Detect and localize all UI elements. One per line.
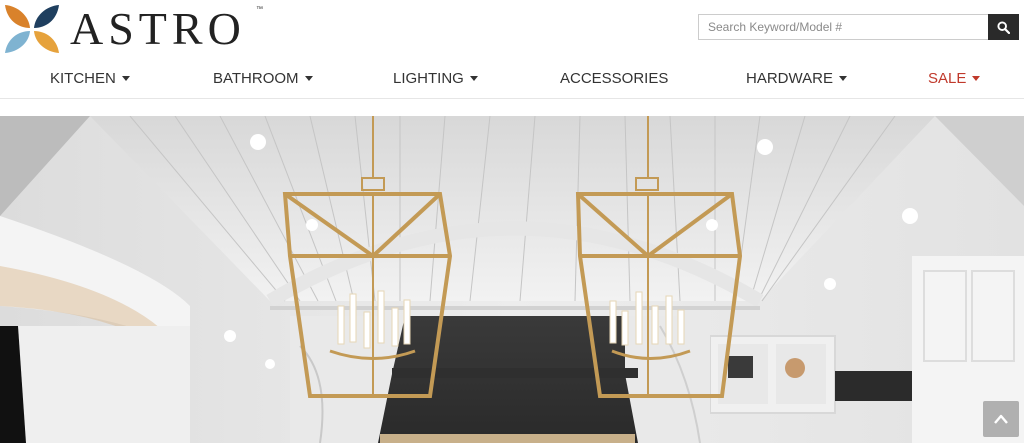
nav-item-kitchen[interactable]: KITCHEN [50, 70, 130, 87]
chevron-up-icon [994, 414, 1008, 424]
caret-down-icon [838, 75, 847, 81]
nav-item-label: LIGHTING [393, 70, 464, 87]
caret-down-icon [121, 75, 130, 81]
search-bar [698, 14, 1019, 40]
nav-item-bathroom[interactable]: BATHROOM [213, 70, 313, 87]
trademark-symbol: ™ [256, 6, 263, 13]
search-button[interactable] [988, 14, 1019, 40]
caret-down-icon [972, 75, 981, 81]
nav-item-sale[interactable]: SALE [928, 70, 981, 87]
search-input[interactable] [698, 14, 988, 40]
nav-item-label: HARDWARE [746, 70, 833, 87]
scroll-to-top-button[interactable] [983, 401, 1019, 437]
nav-item-label: KITCHEN [50, 70, 116, 87]
logo-mark-icon [5, 5, 59, 53]
nav-item-label: BATHROOM [213, 70, 299, 87]
caret-down-icon [469, 75, 478, 81]
nav-item-label: ACCESSORIES [560, 70, 669, 87]
site-header: ASTRO ™ [0, 0, 1024, 58]
hero-banner[interactable] [0, 116, 1024, 443]
brand-logo[interactable]: ASTRO [4, 4, 246, 54]
search-icon [997, 20, 1010, 34]
hero-image [0, 116, 1024, 443]
caret-down-icon [304, 75, 313, 81]
nav-item-accessories[interactable]: ACCESSORIES [560, 70, 668, 87]
nav-item-lighting[interactable]: LIGHTING [393, 70, 478, 87]
nav-item-label: SALE [928, 70, 967, 87]
nav-item-hardware[interactable]: HARDWARE [746, 70, 847, 87]
main-nav: KITCHEN BATHROOM LIGHTING ACCESSORIES HA… [0, 58, 1024, 99]
brand-name: ASTRO [70, 3, 246, 54]
